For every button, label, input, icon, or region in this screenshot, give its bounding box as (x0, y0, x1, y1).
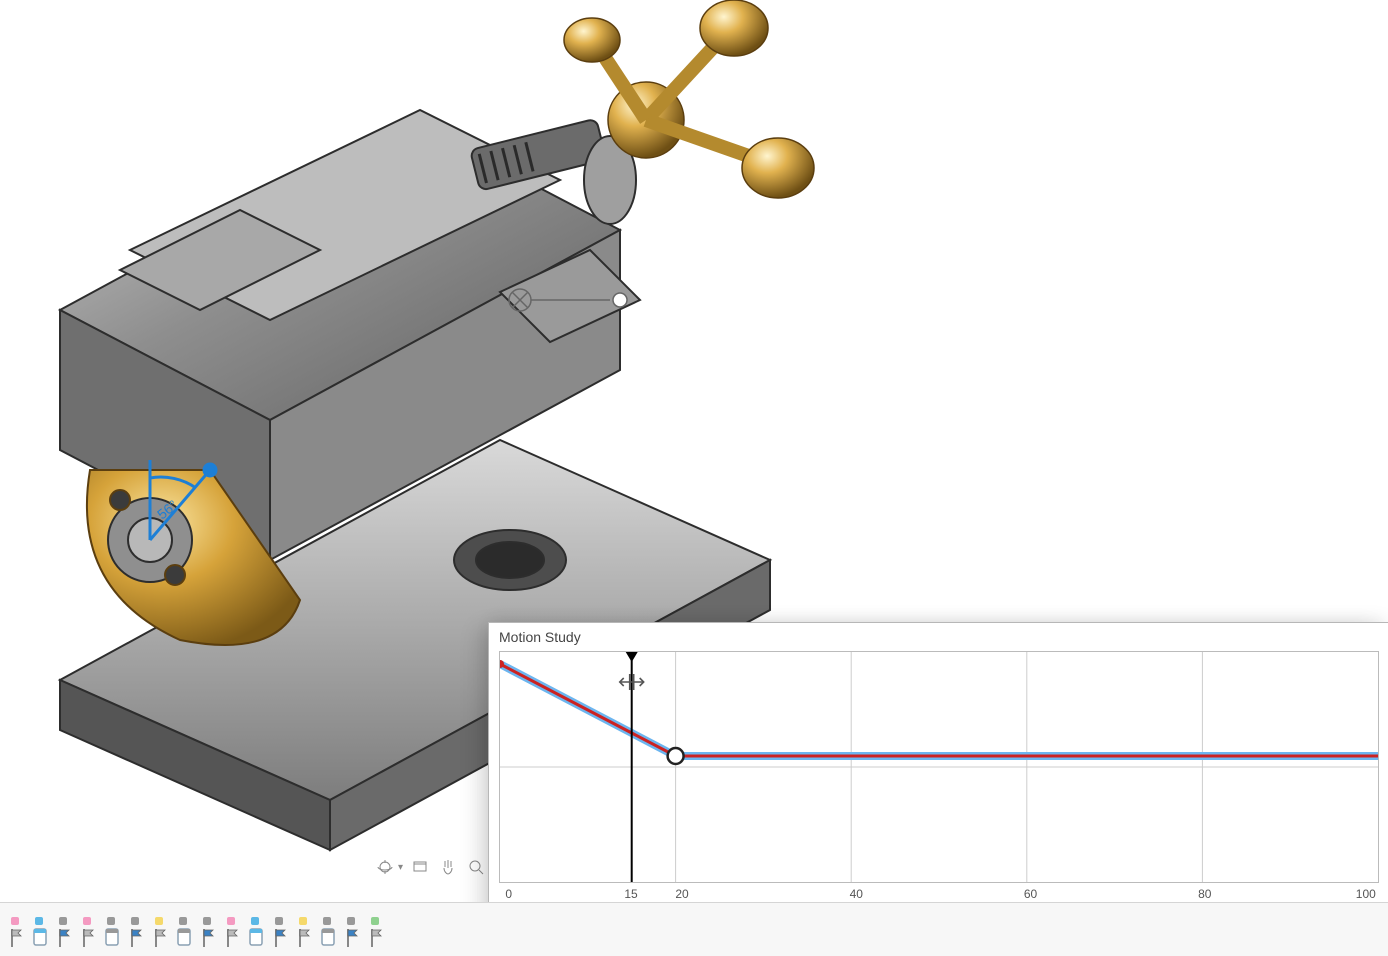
timeline-item[interactable] (124, 913, 146, 947)
timeline-item[interactable] (196, 913, 218, 947)
motion-study-title: Motion Study (489, 623, 1388, 647)
timeline-item[interactable] (292, 913, 314, 947)
timeline-item[interactable] (340, 913, 362, 947)
feature-timeline[interactable] (0, 902, 1388, 956)
orbit-button[interactable] (374, 856, 396, 878)
x-tick: 0 (505, 887, 512, 901)
zoom-button[interactable] (465, 856, 487, 878)
timeline-item[interactable] (364, 913, 386, 947)
orbit-dropdown-caret[interactable]: ▾ (398, 862, 403, 873)
timeline-item[interactable] (172, 913, 194, 947)
x-tick: 40 (850, 887, 863, 901)
timeline-item[interactable] (316, 913, 338, 947)
x-tick: 100 (1356, 887, 1376, 901)
timeline-item[interactable] (28, 913, 50, 947)
timeline-item[interactable] (4, 913, 26, 947)
motion-study-plot[interactable] (499, 651, 1379, 883)
view-toolbar: ▾ (374, 856, 487, 878)
timeline-item[interactable] (268, 913, 290, 947)
timeline-item[interactable] (148, 913, 170, 947)
timeline-item[interactable] (100, 913, 122, 947)
x-axis-ticks: 0 15 20 40 60 80 100 (499, 887, 1379, 903)
playhead-value: 15 (624, 887, 637, 901)
timeline-item[interactable] (52, 913, 74, 947)
timeline-item[interactable] (244, 913, 266, 947)
timeline-item[interactable] (220, 913, 242, 947)
x-tick: 20 (675, 887, 688, 901)
timeline-item[interactable] (76, 913, 98, 947)
look-at-button[interactable] (409, 856, 431, 878)
pan-button[interactable] (437, 856, 459, 878)
x-tick: 80 (1198, 887, 1211, 901)
x-tick: 60 (1024, 887, 1037, 901)
